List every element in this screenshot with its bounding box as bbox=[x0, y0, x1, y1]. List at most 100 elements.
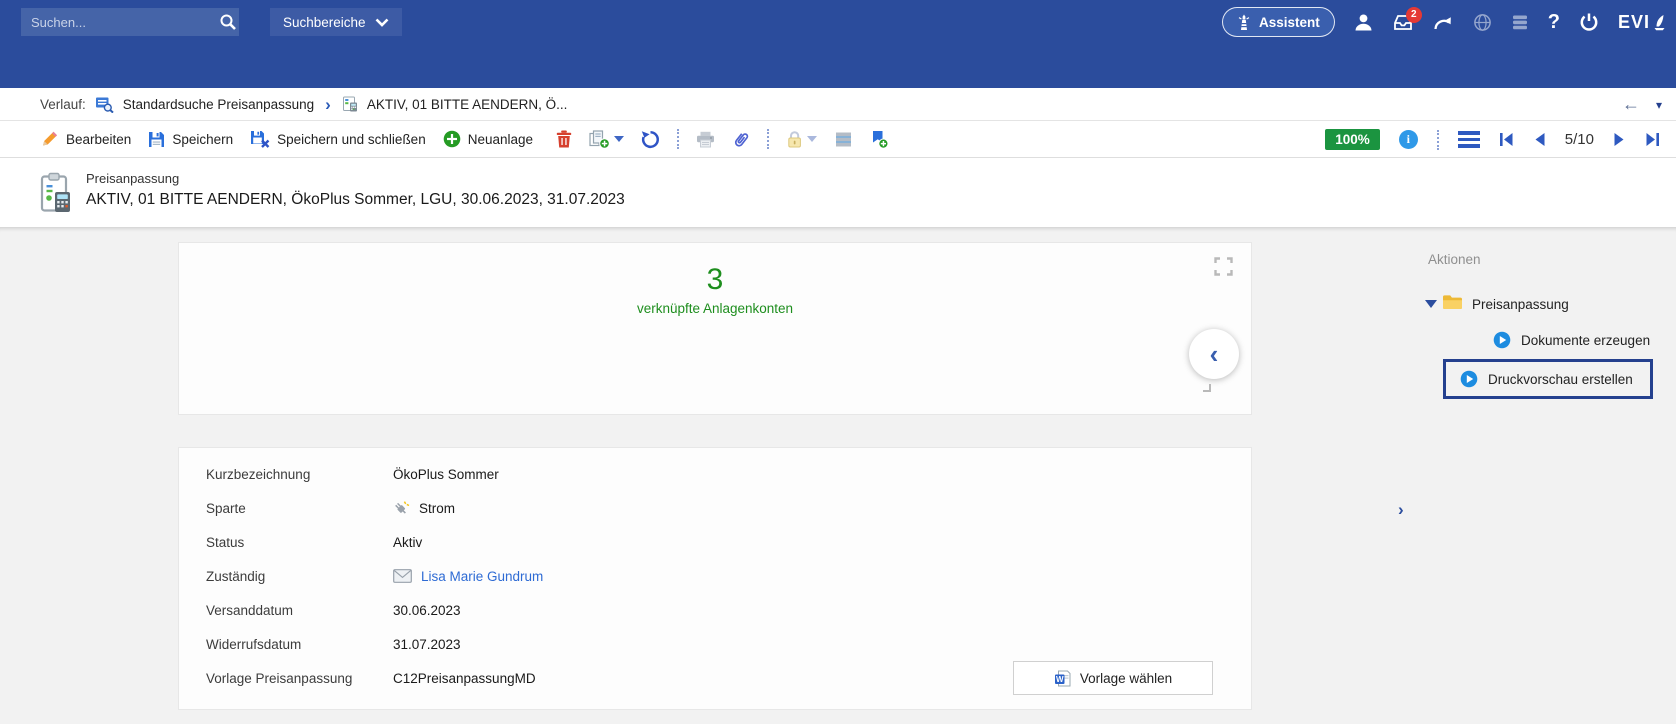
neuanlage-label: Neuanlage bbox=[468, 132, 533, 147]
copy-record-button[interactable] bbox=[589, 130, 624, 149]
help-icon[interactable]: ? bbox=[1548, 11, 1560, 34]
envelope-icon[interactable] bbox=[393, 569, 412, 583]
detail-form-card: Kurzbezeichnung ÖkoPlus Sommer Sparte St… bbox=[178, 447, 1252, 710]
speichern-button[interactable]: Speichern bbox=[148, 131, 233, 148]
kpi-card: 3 verknüpfte Anlagenkonten ‹ bbox=[178, 242, 1252, 415]
actions-panel: Aktionen Preisanpassung Dokumente erzeug… bbox=[1410, 228, 1676, 724]
zoom-level-badge[interactable]: 100% bbox=[1325, 129, 1380, 150]
first-page-button[interactable] bbox=[1499, 132, 1514, 147]
action-dokumente-erzeugen[interactable]: Dokumente erzeugen bbox=[1493, 331, 1650, 349]
speichern-und-schliessen-button[interactable]: Speichern und schließen bbox=[250, 130, 426, 148]
evi-application-window: Suchbereiche Assistent 2 bbox=[0, 0, 1676, 724]
svg-text:W: W bbox=[1056, 674, 1064, 683]
refresh-icon bbox=[641, 130, 660, 149]
next-page-icon bbox=[1613, 132, 1626, 147]
assistent-button[interactable]: Assistent bbox=[1222, 7, 1335, 37]
suchbereiche-dropdown[interactable]: Suchbereiche bbox=[270, 8, 402, 36]
versanddatum-value: 30.06.2023 bbox=[393, 603, 461, 618]
field-label: Vorlage Preisanpassung bbox=[206, 671, 386, 686]
action-label: Dokumente erzeugen bbox=[1521, 333, 1650, 348]
main-content: 3 verknüpfte Anlagenkonten ‹ Kurzbezeich… bbox=[0, 228, 1676, 724]
play-circle-icon bbox=[1493, 331, 1511, 349]
previous-page-button[interactable] bbox=[1533, 132, 1546, 147]
form-row-zustaendig: Zuständig Lisa Marie Gundrum bbox=[179, 559, 1251, 593]
word-document-icon: W bbox=[1054, 670, 1071, 687]
last-page-button[interactable] bbox=[1645, 132, 1660, 147]
neuanlage-button[interactable]: Neuanlage bbox=[443, 130, 533, 148]
zustaendig-link[interactable]: Lisa Marie Gundrum bbox=[421, 569, 543, 584]
redo-icon[interactable] bbox=[1433, 14, 1454, 31]
data-stack-button[interactable] bbox=[834, 131, 853, 148]
user-icon[interactable] bbox=[1354, 13, 1373, 31]
globe-icon[interactable] bbox=[1473, 13, 1492, 32]
trash-icon bbox=[556, 130, 572, 148]
action-group-preisanpassung[interactable]: Preisanpassung bbox=[1472, 297, 1569, 312]
inbox-badge: 2 bbox=[1406, 7, 1422, 23]
kpi-value[interactable]: 3 bbox=[179, 263, 1251, 297]
search-icon[interactable] bbox=[217, 8, 239, 36]
attachments-button[interactable] bbox=[732, 130, 750, 149]
paperclip-icon bbox=[728, 126, 754, 152]
form-row-status: Status Aktiv bbox=[179, 525, 1251, 559]
copy-caret-icon bbox=[614, 136, 624, 142]
power-icon[interactable] bbox=[1579, 12, 1599, 32]
form-row-sparte: Sparte Strom bbox=[179, 491, 1251, 525]
panel-expand-chevron[interactable]: › bbox=[1398, 500, 1404, 520]
last-page-icon bbox=[1645, 132, 1660, 147]
breadcrumb-item-current[interactable]: AKTIV, 01 BITTE AENDERN, Ö... bbox=[367, 97, 568, 112]
history-caret-icon[interactable]: ▾ bbox=[1656, 98, 1662, 112]
tree-collapse-caret-icon[interactable] bbox=[1425, 300, 1437, 308]
toolbar: Bearbeiten Speichern Speichern und schli… bbox=[0, 121, 1676, 158]
preisanpassung-icon bbox=[40, 172, 72, 219]
kpi-label[interactable]: verknüpfte Anlagenkonten bbox=[179, 301, 1251, 316]
action-label: Druckvorschau erstellen bbox=[1488, 372, 1633, 387]
assistent-label: Assistent bbox=[1259, 15, 1320, 30]
breadcrumb-item-standardsuche[interactable]: Standardsuche Preisanpassung bbox=[123, 97, 314, 112]
tabbar: › Mein Cockpit AKTIV, 01 BITTE AEN... ✕ bbox=[0, 44, 1676, 88]
folder-icon[interactable] bbox=[1442, 294, 1463, 316]
inbox-icon[interactable]: 2 bbox=[1392, 14, 1414, 31]
refresh-button[interactable] bbox=[641, 130, 660, 149]
widerrufsdatum-value: 31.07.2023 bbox=[393, 637, 461, 652]
fullscreen-icon[interactable] bbox=[1214, 257, 1233, 281]
breadcrumb-separator-icon: › bbox=[325, 96, 331, 113]
bearbeiten-button[interactable]: Bearbeiten bbox=[40, 130, 131, 148]
plus-circle-icon bbox=[443, 130, 461, 148]
print-button[interactable] bbox=[696, 131, 715, 148]
field-label: Sparte bbox=[206, 501, 386, 516]
page-title: AKTIV, 01 BITTE AENDERN, ÖkoPlus Sommer,… bbox=[86, 191, 625, 209]
database-icon[interactable] bbox=[1511, 14, 1529, 31]
add-bookmark-button[interactable] bbox=[870, 130, 889, 149]
speichern-label: Speichern bbox=[172, 132, 233, 147]
speichern-und-schliessen-label: Speichern und schließen bbox=[277, 132, 426, 147]
menu-icon[interactable] bbox=[1458, 131, 1480, 148]
sailboat-icon bbox=[1653, 14, 1666, 31]
record-type-label: Preisanpassung bbox=[86, 171, 179, 186]
play-circle-icon bbox=[1460, 370, 1478, 388]
back-arrow-icon[interactable]: ← bbox=[1622, 94, 1640, 115]
sparte-text: Strom bbox=[419, 501, 455, 516]
collapse-panel-button[interactable]: ‹ bbox=[1189, 329, 1239, 379]
sparte-value: Strom bbox=[393, 500, 455, 517]
action-druckvorschau-erstellen-highlighted[interactable]: Druckvorschau erstellen bbox=[1443, 359, 1653, 399]
vorlage-waehlen-button[interactable]: W Vorlage wählen bbox=[1013, 661, 1213, 695]
vorlage-value: C12PreisanpassungMD bbox=[393, 671, 536, 686]
kurzbezeichnung-value: ÖkoPlus Sommer bbox=[393, 467, 499, 482]
info-icon[interactable]: i bbox=[1399, 130, 1418, 149]
record-icon bbox=[342, 96, 358, 112]
zustaendig-value[interactable]: Lisa Marie Gundrum bbox=[393, 569, 543, 584]
delete-button[interactable] bbox=[556, 130, 572, 148]
chevron-down-icon bbox=[375, 18, 389, 27]
breadcrumb-prefix: Verlauf: bbox=[40, 97, 86, 112]
power-plug-icon bbox=[393, 500, 410, 517]
next-page-button[interactable] bbox=[1613, 132, 1626, 147]
toolbar-separator bbox=[1437, 130, 1439, 150]
suchbereiche-label: Suchbereiche bbox=[283, 15, 366, 30]
search-input[interactable] bbox=[21, 15, 217, 30]
floppy-icon bbox=[148, 131, 165, 148]
floppy-close-icon bbox=[250, 130, 270, 148]
field-label: Versanddatum bbox=[206, 603, 386, 618]
lock-button[interactable] bbox=[786, 130, 817, 148]
stack-icon bbox=[834, 131, 853, 148]
pencil-icon bbox=[40, 130, 59, 148]
